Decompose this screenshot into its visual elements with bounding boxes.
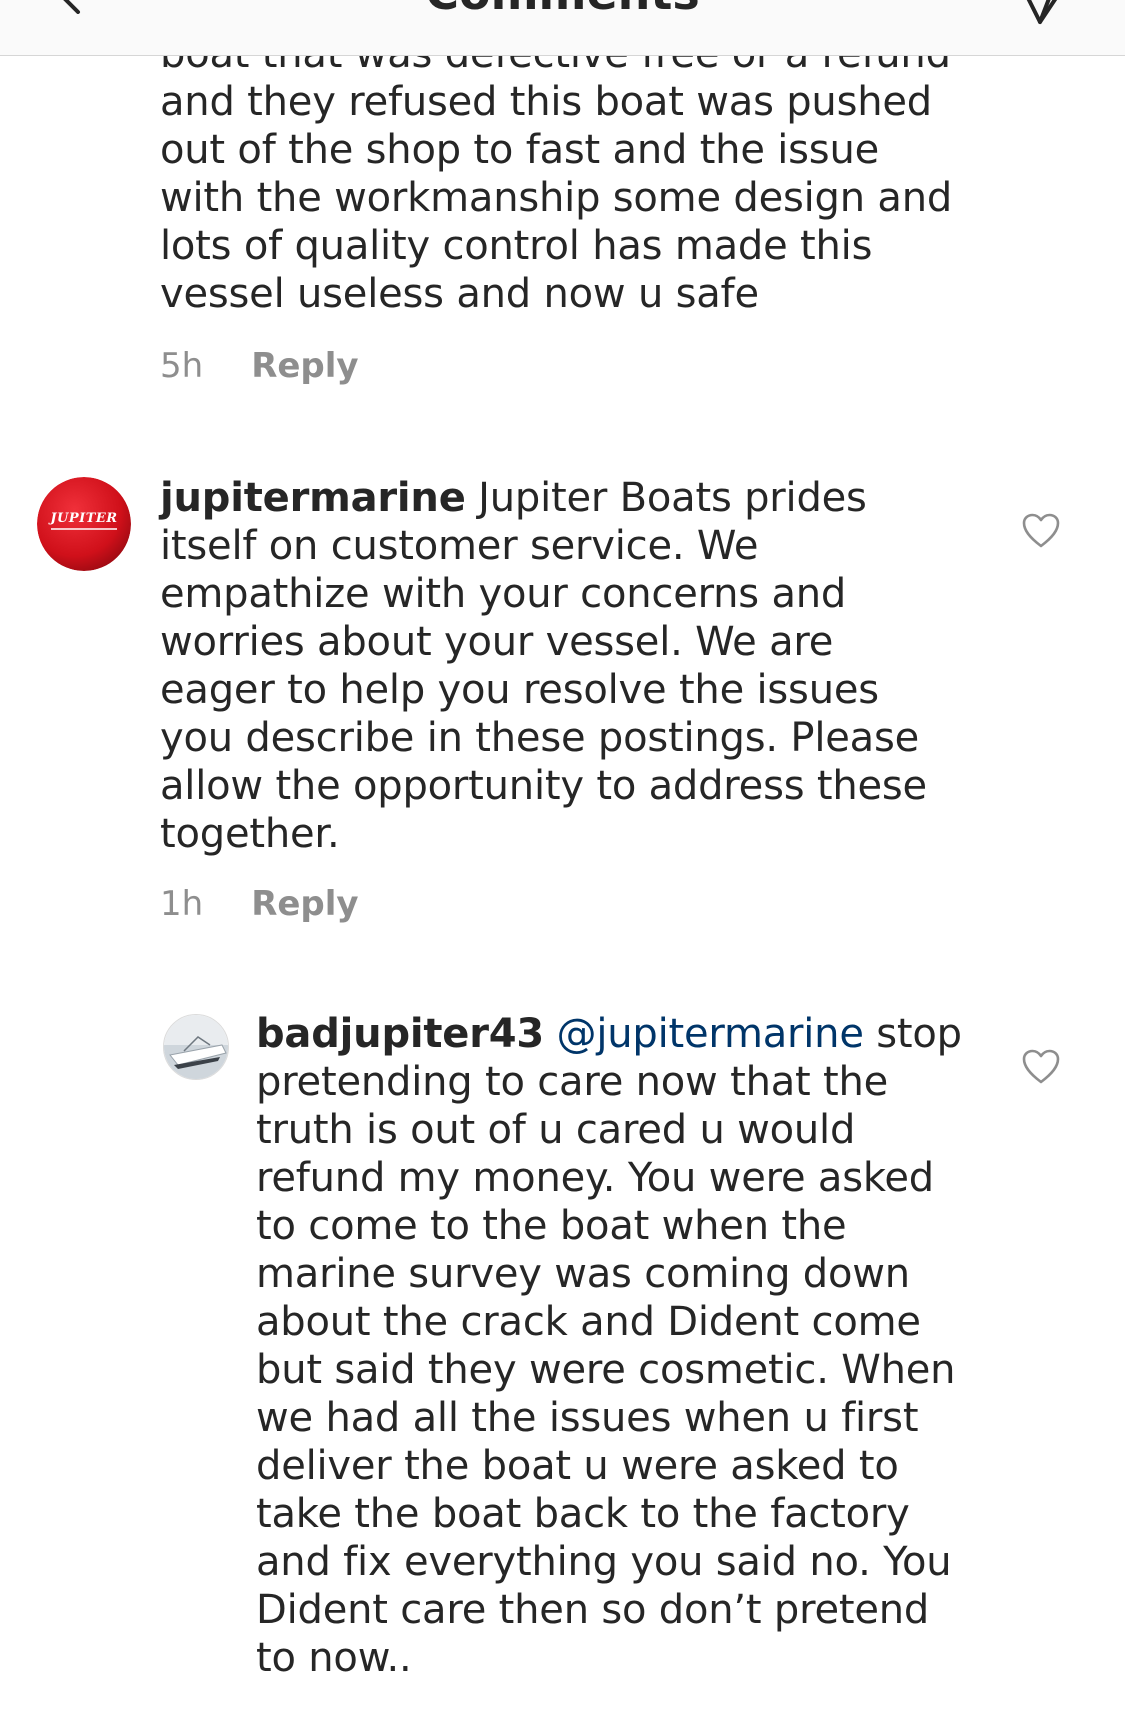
mention-link[interactable]: @jupitermarine (557, 1011, 864, 1057)
comment-meta: 1h Reply (160, 884, 359, 924)
boat-photo-icon (164, 1015, 228, 1079)
heart-outline-icon[interactable] (1021, 512, 1061, 550)
comments-header: Comments (0, 0, 1125, 56)
avatar[interactable] (163, 1014, 229, 1080)
reply-button[interactable]: Reply (251, 346, 358, 386)
comments-list[interactable]: boat that was defective free or a refund… (0, 56, 1125, 1717)
comment-body: boat that was defective free or a refund… (160, 56, 970, 318)
page-title: Comments (0, 0, 1125, 20)
comment-timestamp: 1h (160, 884, 204, 924)
heart-outline-icon[interactable] (1021, 1048, 1061, 1086)
comment-timestamp: 5h (160, 346, 204, 386)
comment-meta: 5h Reply (160, 346, 359, 386)
comment-text: boat that was defective free or a refund… (160, 56, 953, 317)
comment-body: badjupiter43 @jupitermarine stop pretend… (256, 1010, 978, 1682)
comment-text: Jupiter Boats prides itself on customer … (160, 475, 927, 857)
comment-username[interactable]: badjupiter43 (256, 1011, 544, 1057)
comment-text: stop pretending to care now that the tru… (256, 1011, 962, 1681)
comment-body: jupitermarine Jupiter Boats prides itsel… (160, 474, 960, 858)
avatar-logo-text: JUPITER (50, 511, 118, 526)
comment-username[interactable]: jupitermarine (160, 475, 466, 521)
reply-button[interactable]: Reply (251, 884, 358, 924)
paper-plane-icon[interactable] (1020, 0, 1076, 26)
avatar[interactable]: JUPITER (37, 477, 131, 571)
